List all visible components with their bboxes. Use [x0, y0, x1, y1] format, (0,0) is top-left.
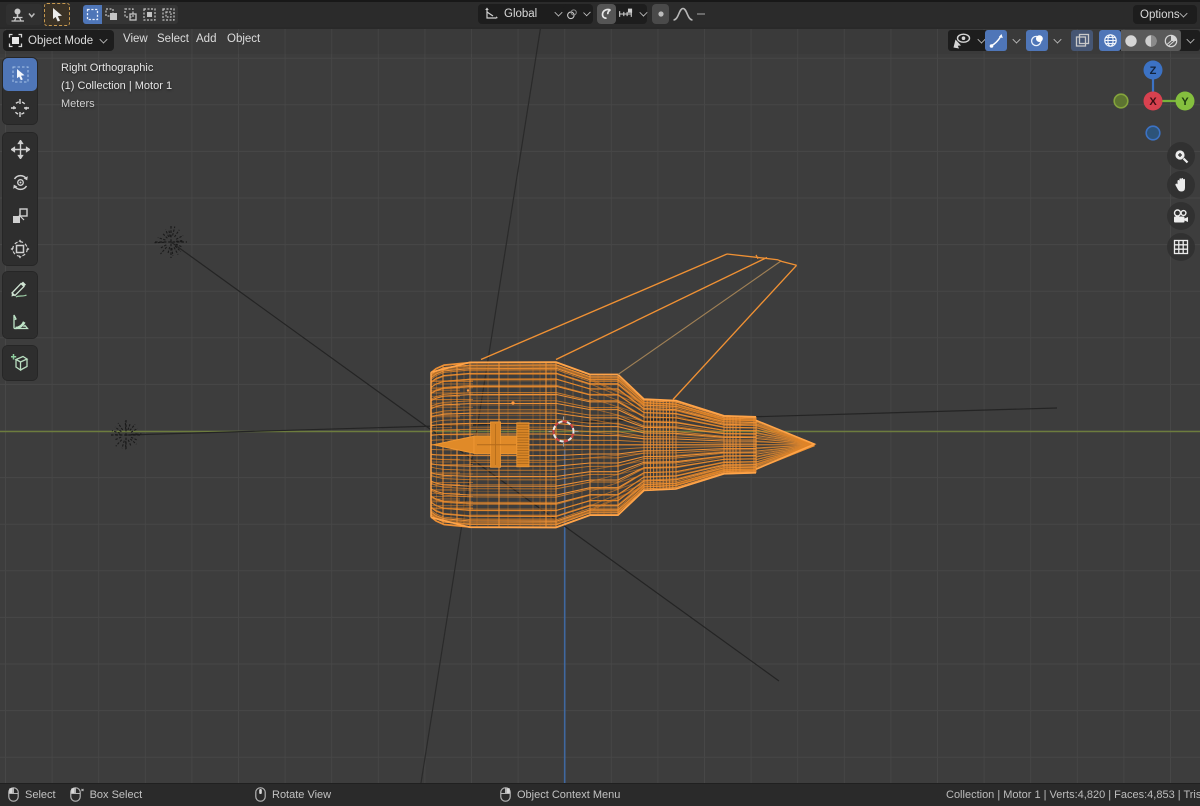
svg-text:Z: Z: [1150, 65, 1157, 77]
svg-text:X: X: [1149, 96, 1157, 108]
svg-text:Y: Y: [1181, 96, 1189, 108]
